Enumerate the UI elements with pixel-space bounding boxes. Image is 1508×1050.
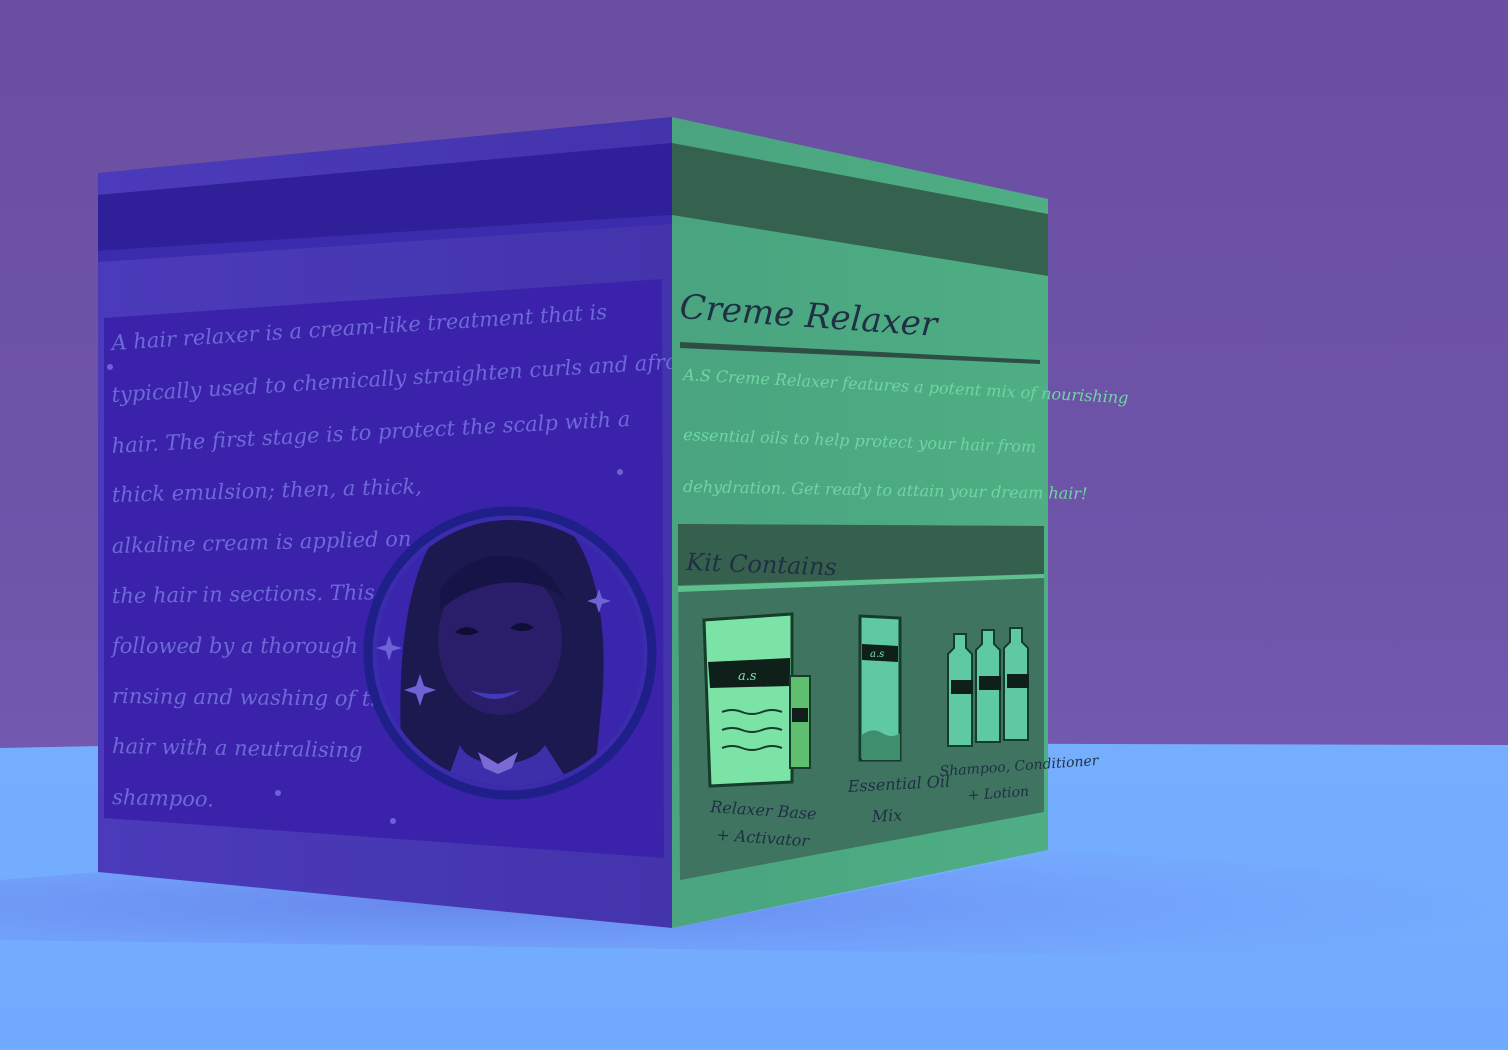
product-description: A.S Creme Relaxer features a potent mix …: [681, 365, 1129, 503]
oil-brand-mark: a.s: [870, 649, 884, 660]
left-line-7: rinsing and washing of the: [112, 684, 396, 711]
kit-item-1-line2: Mix: [870, 805, 902, 826]
relaxer-brand-mark: a.s: [738, 669, 757, 684]
left-line-6: followed by a thorough: [110, 634, 358, 658]
left-line-5: the hair in sections. This is: [112, 580, 400, 608]
kit-item-bottles: [947, 627, 1029, 747]
left-line-9: shampoo.: [112, 785, 214, 811]
left-line-8: hair with a neutralising: [112, 734, 363, 762]
product-box-scene: A hair relaxer is a cream-like treatment…: [0, 117, 1508, 1050]
kit-contains-heading: Kit Contains: [685, 548, 837, 581]
kit-item-oil: a.s: [858, 614, 902, 762]
